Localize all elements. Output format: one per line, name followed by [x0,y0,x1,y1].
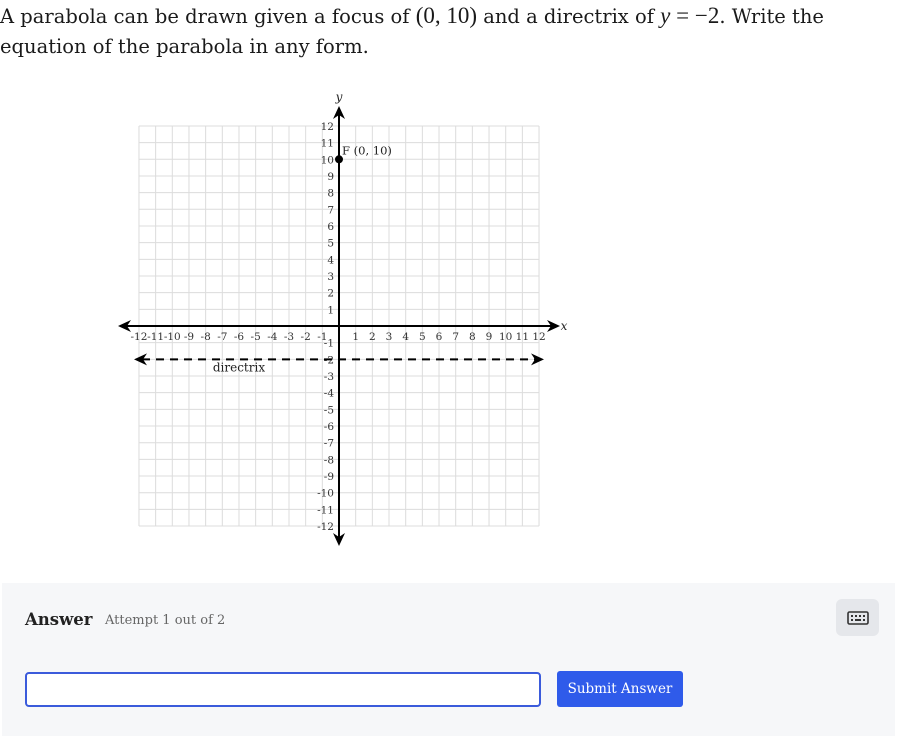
y-tick-label: -12 [317,521,334,533]
y-tick-label: -4 [324,388,335,400]
x-tick-label: 3 [386,331,393,343]
y-tick-label: -3 [324,371,334,383]
y-tick-label: -10 [317,488,334,500]
answer-input[interactable] [25,672,541,707]
y-tick-label: -1 [324,338,334,350]
keyboard-icon [846,610,869,625]
x-tick-label: 10 [499,331,512,343]
x-tick-label: 6 [436,331,443,343]
focus-point-label: F (0, 10) [342,143,392,157]
y-tick-label: 4 [327,254,334,266]
x-tick-label: -5 [251,331,261,343]
x-tick-label: 7 [452,331,459,343]
y-axis-label: y [335,90,343,104]
y-tick-label: 2 [327,288,334,300]
x-axis-label: x [561,319,568,333]
x-tick-label: -2 [301,331,311,343]
answer-title: Answer [25,610,93,629]
x-tick-label: 12 [532,331,545,343]
y-tick-label: -9 [324,471,334,483]
y-tick-label: 6 [327,221,334,233]
coordinate-graph: xy-12 -11 -10 -9 -8 -7 -6 -5 -4 -3 -2 -1 1 2 3 4 5 6 7 8 9 10… [118,90,568,546]
y-tick-label: 8 [327,188,334,200]
submit-answer-button[interactable]: Submit Answer [557,671,683,707]
x-tick-label: -12 [130,331,147,343]
x-tick-label: -11 [147,331,164,343]
x-tick-label: 5 [419,331,426,343]
y-tick-label: -11 [317,504,334,516]
y-tick-label: 10 [321,154,334,166]
x-tick-label: -4 [267,331,278,343]
x-tick-label: -3 [284,331,294,343]
y-tick-label: 1 [327,304,334,316]
y-tick-label: 9 [327,171,334,183]
y-tick-label: -7 [324,438,334,450]
x-tick-label: -9 [184,331,194,343]
directrix-label: directrix [213,360,265,374]
y-tick-label: 12 [321,121,334,133]
attempt-counter: Attempt 1 out of 2 [105,613,226,628]
keyboard-toggle-button[interactable] [836,599,879,636]
x-tick-label: -7 [217,331,227,343]
x-tick-label: 11 [516,331,529,343]
x-tick-label: -6 [234,331,245,343]
x-tick-label: -10 [164,331,181,343]
y-tick-label: -6 [324,421,335,433]
y-tick-label: -8 [324,454,334,466]
answer-panel: Answer Attempt 1 out of 2 Submit Answer [2,583,895,736]
x-tick-label: -8 [201,331,211,343]
x-tick-label: 8 [469,331,476,343]
x-tick-label: 1 [352,331,359,343]
y-tick-label: 3 [327,271,334,283]
x-tick-label: 2 [369,331,376,343]
x-tick-label: 9 [486,331,493,343]
y-tick-label: 5 [327,238,334,250]
y-tick-label: 7 [327,204,334,216]
y-tick-label: 11 [321,138,334,150]
x-tick-label: 4 [402,331,409,343]
y-tick-label: -5 [324,404,334,416]
